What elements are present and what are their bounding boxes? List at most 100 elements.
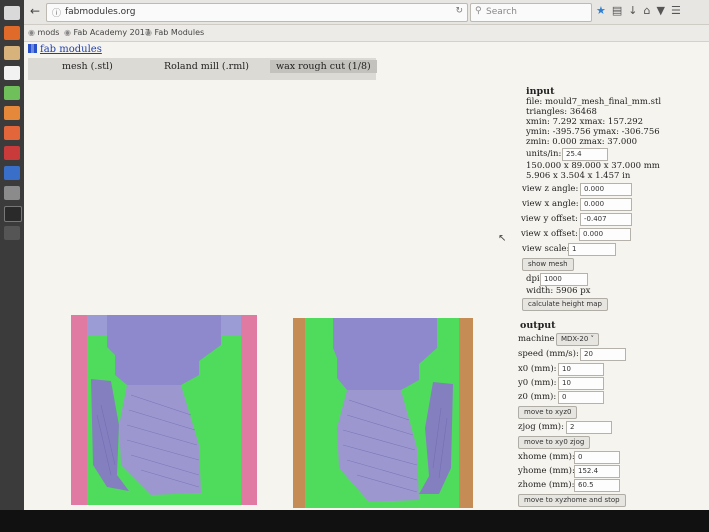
chevron-down-icon: ˅ xyxy=(590,335,595,343)
view-scale-input[interactable]: 1 xyxy=(568,243,616,256)
launcher-icon-terminal[interactable] xyxy=(4,206,22,222)
back-arrow-icon[interactable]: ← xyxy=(30,4,40,18)
launcher-icon-software-center[interactable] xyxy=(4,126,20,140)
x0-input[interactable]: 10 xyxy=(558,363,604,376)
zjog-input[interactable]: 2 xyxy=(566,421,612,434)
calculate-height-map-button[interactable]: calculate height map xyxy=(522,298,608,311)
reload-icon[interactable]: ↻ xyxy=(455,6,463,16)
bookmark-globe-icon: ◉ xyxy=(28,28,35,37)
view-y-offset-input[interactable]: -0.407 xyxy=(580,213,632,226)
machine-label: machine xyxy=(518,334,555,344)
speed-label: speed (mm/s): xyxy=(518,349,579,359)
cursor-icon: ↖ xyxy=(498,233,507,244)
view-scale-label: view scale: xyxy=(522,244,570,254)
download-icon[interactable]: ↓ xyxy=(628,4,643,17)
x-range: xmin: 7.292 xmax: 157.292 xyxy=(526,117,644,127)
bookmark-globe-icon: ◉ xyxy=(145,28,152,37)
tab-roland-mill[interactable]: Roland mill (.rml) xyxy=(164,61,249,72)
mesh-view-left[interactable] xyxy=(71,315,257,505)
home-icon[interactable]: ⌂ xyxy=(644,4,657,17)
launcher-icon-firefox[interactable] xyxy=(4,26,20,40)
move-to-xyz0-button[interactable]: move to xyz0 xyxy=(518,406,578,419)
pocket-icon[interactable]: ▼ xyxy=(656,4,670,17)
zhome-input[interactable]: 60.5 xyxy=(574,479,620,492)
show-mesh-button[interactable]: show mesh xyxy=(522,258,574,271)
bookmark-label: Fab Academy 2017 xyxy=(73,28,150,37)
bookmark-fab-academy[interactable]: ◉ Fab Academy 2017 xyxy=(64,28,150,37)
size-mm: 150.000 x 89.000 x 37.000 mm xyxy=(526,161,660,171)
launcher-icon-office-impress[interactable] xyxy=(4,106,20,120)
launcher-icon-app-blue[interactable] xyxy=(4,166,20,180)
launcher-icon-dash[interactable] xyxy=(4,6,20,20)
search-icon: ⚲ xyxy=(475,6,482,16)
launcher-icon-office-writer[interactable] xyxy=(4,66,20,80)
tab-wax-rough-cut[interactable]: wax rough cut (1/8) xyxy=(270,60,377,73)
x0-label: x0 (mm): xyxy=(518,364,557,374)
triangle-count: triangles: 36468 xyxy=(526,107,597,117)
view-y-offset-label: view y offset: xyxy=(521,214,578,224)
url-bar[interactable]: ⓘ fabmodules.org ↻ xyxy=(46,3,468,22)
z0-input[interactable]: 0 xyxy=(558,391,604,404)
bookmark-label: Fab Modules xyxy=(154,28,205,37)
machine-value: MDX-20 xyxy=(561,335,589,343)
yhome-label: yhome (mm): xyxy=(518,466,575,476)
y0-input[interactable]: 10 xyxy=(558,377,604,390)
menu-icon[interactable]: ☰ xyxy=(671,4,687,17)
view-z-angle-input[interactable]: 0.000 xyxy=(580,183,632,196)
file-name: file: mould7_mesh_final_mm.stl xyxy=(526,97,662,107)
z-range: zmin: 0.000 zmax: 37.000 xyxy=(526,137,638,147)
bookmarks-bar: ◉ mods ◉ Fab Academy 2017 ◉ Fab Modules xyxy=(24,25,709,42)
tab-mesh[interactable]: mesh (.stl) xyxy=(62,61,113,72)
size-in: 5.906 x 3.504 x 1.457 in xyxy=(526,171,631,181)
y-range: ymin: -395.756 ymax: -306.756 xyxy=(526,127,660,137)
bookmark-fab-modules[interactable]: ◉ Fab Modules xyxy=(145,28,204,37)
z0-label: z0 (mm): xyxy=(518,392,557,402)
browser-toolbar: ← ⓘ fabmodules.org ↻ ⚲ Search ★▤↓⌂▼☰ xyxy=(24,0,709,25)
page-title-link[interactable]: fab modules xyxy=(28,44,102,55)
dpi-input[interactable]: 1000 xyxy=(540,273,588,286)
library-icon[interactable]: ▤ xyxy=(612,4,628,17)
launcher-icon-office-calc[interactable] xyxy=(4,86,20,100)
yhome-input[interactable]: 152.4 xyxy=(574,465,620,478)
view-x-angle-label: view x angle: xyxy=(522,199,579,209)
launcher-icon-app-dark[interactable] xyxy=(4,226,20,240)
xhome-input[interactable]: 0 xyxy=(574,451,620,464)
units-input[interactable]: 25.4 xyxy=(562,148,608,161)
search-bar[interactable]: ⚲ Search xyxy=(470,3,592,22)
launcher-icon-files[interactable] xyxy=(4,46,20,60)
bookmark-star-icon[interactable]: ★ xyxy=(596,4,612,17)
move-to-xyzhome-button[interactable]: move to xyzhome and stop xyxy=(518,494,626,507)
mesh-render-right xyxy=(305,318,459,508)
launcher-icon-app-gray[interactable] xyxy=(4,186,20,200)
toolbar-icons: ★▤↓⌂▼☰ xyxy=(596,4,687,17)
launcher-icon-app-red[interactable] xyxy=(4,146,20,160)
view-z-angle-label: view z angle: xyxy=(522,184,579,194)
url-text: fabmodules.org xyxy=(65,7,136,17)
bookmark-mods[interactable]: ◉ mods xyxy=(28,28,59,37)
launcher-sidebar xyxy=(0,0,24,510)
zhome-label: zhome (mm): xyxy=(518,480,575,490)
search-placeholder: Search xyxy=(486,7,517,17)
page-title: fab modules xyxy=(40,44,102,55)
zjog-label: zjog (mm): xyxy=(518,422,564,432)
view-x-offset-label: view x offset: xyxy=(521,229,578,239)
y0-label: y0 (mm): xyxy=(518,378,557,388)
output-heading: output xyxy=(520,320,556,331)
bookmark-globe-icon: ◉ xyxy=(64,28,71,37)
machine-select[interactable]: MDX-20 ˅ xyxy=(556,333,600,346)
info-icon[interactable]: ⓘ xyxy=(52,6,61,19)
xhome-label: xhome (mm): xyxy=(518,452,575,462)
move-to-xy0-zjog-button[interactable]: move to xy0 zjog xyxy=(518,436,591,449)
input-heading: input xyxy=(526,86,555,97)
page-content: fab modules mesh (.stl) Roland mill (.rm… xyxy=(24,42,709,510)
view-x-angle-input[interactable]: 0.000 xyxy=(580,198,632,211)
width-px: width: 5906 px xyxy=(526,286,591,296)
mesh-render-left xyxy=(87,315,241,505)
mesh-view-right[interactable] xyxy=(293,318,473,508)
speed-input[interactable]: 20 xyxy=(580,348,626,361)
browser-window: ← ⓘ fabmodules.org ↻ ⚲ Search ★▤↓⌂▼☰ ◉ m… xyxy=(24,0,709,510)
grid-icon xyxy=(28,44,37,53)
view-x-offset-input[interactable]: 0.000 xyxy=(579,228,631,241)
module-tabs: mesh (.stl) Roland mill (.rml) wax rough… xyxy=(28,58,377,80)
bookmark-label: mods xyxy=(37,28,60,37)
